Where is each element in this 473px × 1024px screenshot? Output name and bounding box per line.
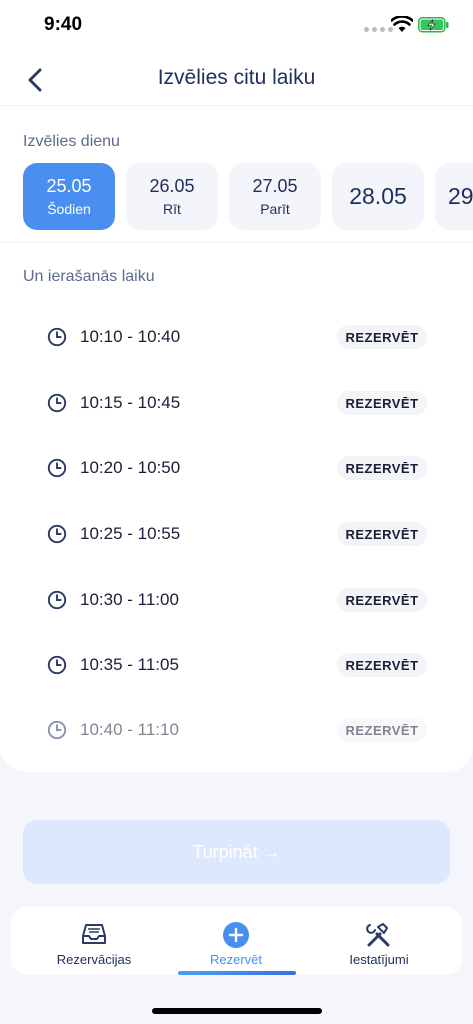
- clock-icon: [47, 327, 67, 347]
- reserve-button[interactable]: REZERVĒT: [337, 456, 427, 480]
- day-section-label: Izvēlies dienu: [23, 133, 120, 150]
- reserve-button[interactable]: REZERVĒT: [337, 325, 427, 349]
- tab-label: Rezervācijas: [56, 952, 132, 967]
- tab-reservations[interactable]: Rezervācijas: [19, 907, 169, 975]
- day-chip-25-05[interactable]: 25.05 Šodien: [23, 163, 115, 230]
- status-time: 9:40: [44, 14, 83, 35]
- day-date: 26.05: [149, 176, 195, 196]
- active-tab-indicator: [178, 971, 296, 975]
- clock-icon: [47, 524, 67, 544]
- top-card: 9:40 Izvēlies citu laiku Izvēlies dienu …: [0, 0, 473, 772]
- reserve-button[interactable]: REZERVĒT: [337, 391, 427, 415]
- reserve-button[interactable]: REZERVĒT: [337, 653, 427, 677]
- tab-label: Rezervēt: [209, 952, 263, 967]
- clock-icon: [47, 590, 67, 610]
- time-slot-row: 10:35 - 11:05 REZERVĒT: [0, 645, 473, 685]
- day-chip-29[interactable]: 29: [435, 163, 473, 230]
- bottom-tab-bar: Rezervācijas Rezervēt Iestatījumi: [11, 907, 462, 975]
- status-bar: 9:40: [0, 0, 473, 52]
- day-date: 25.05: [46, 176, 92, 196]
- continue-button[interactable]: Turpināt →: [23, 820, 450, 884]
- inbox-tray-icon: [82, 924, 106, 944]
- slot-time: 10:35 - 11:05: [80, 655, 179, 674]
- day-date: 29: [448, 183, 473, 209]
- wifi-icon: [391, 16, 413, 32]
- day-chip-28-05[interactable]: 28.05: [332, 163, 424, 230]
- plus-circle-icon: [223, 922, 249, 948]
- slot-time: 10:40 - 11:10: [80, 720, 179, 739]
- battery-icon: [418, 17, 449, 33]
- cellular-signal-icon: [364, 27, 393, 32]
- time-slot-row: 10:40 - 11:10 REZERVĒT: [0, 710, 473, 750]
- clock-icon: [47, 458, 67, 478]
- slot-time: 10:30 - 11:00: [80, 590, 179, 609]
- page-title: Izvēlies citu laiku: [157, 66, 316, 89]
- nav-header: Izvēlies citu laiku: [0, 52, 473, 106]
- time-slot-row: 10:25 - 10:55 REZERVĒT: [0, 514, 473, 554]
- time-slot-row: 10:15 - 10:45 REZERVĒT: [0, 383, 473, 423]
- day-chip-27-05[interactable]: 27.05 Parīt: [229, 163, 321, 230]
- day-date: 27.05: [252, 176, 298, 196]
- day-subtitle: Parīt: [260, 201, 290, 217]
- slot-time: 10:25 - 10:55: [80, 524, 181, 543]
- time-slot-row: 10:30 - 11:00 REZERVĒT: [0, 580, 473, 620]
- day-chip-26-05[interactable]: 26.05 Rīt: [126, 163, 218, 230]
- reserve-button[interactable]: REZERVĒT: [337, 588, 427, 612]
- time-slot-row: 10:10 - 10:40 REZERVĒT: [0, 317, 473, 357]
- time-section-label: Un ierašanās laiku: [23, 268, 155, 285]
- day-selector: 25.05 Šodien 26.05 Rīt 27.05 Parīt 28.05…: [23, 163, 473, 231]
- divider: [0, 242, 473, 243]
- reserve-button[interactable]: REZERVĒT: [337, 718, 427, 742]
- time-slot-row: 10:20 - 10:50 REZERVĒT: [0, 448, 473, 488]
- day-date: 28.05: [349, 183, 407, 209]
- home-indicator: [152, 1008, 322, 1014]
- tab-settings[interactable]: Iestatījumi: [304, 907, 454, 975]
- slot-time: 10:15 - 10:45: [80, 393, 181, 412]
- day-subtitle: Rīt: [163, 201, 181, 217]
- tools-icon: [366, 923, 390, 947]
- slot-time: 10:10 - 10:40: [80, 327, 181, 346]
- tab-label: Iestatījumi: [349, 952, 409, 967]
- clock-icon: [47, 393, 67, 413]
- clock-icon: [47, 720, 67, 740]
- reserve-button[interactable]: REZERVĒT: [337, 522, 427, 546]
- slot-time: 10:20 - 10:50: [80, 458, 181, 477]
- clock-icon: [47, 655, 67, 675]
- tab-reserve[interactable]: Rezervēt: [161, 907, 311, 975]
- day-subtitle: Šodien: [47, 201, 91, 217]
